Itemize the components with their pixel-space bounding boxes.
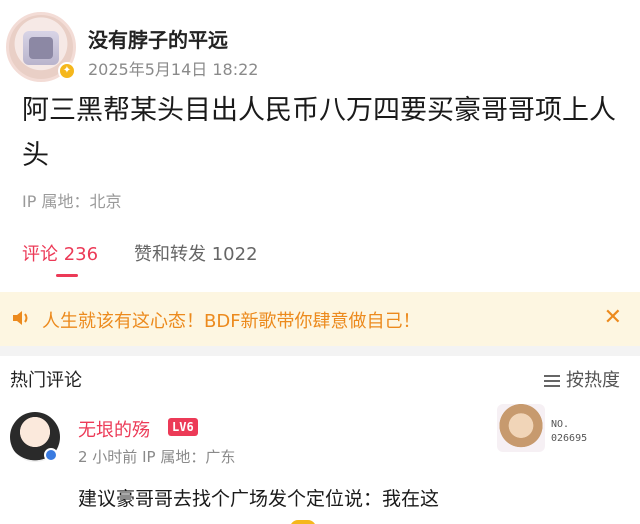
vip-badge-icon: ✦ <box>58 62 76 80</box>
active-tab-indicator <box>56 274 78 277</box>
hot-comments-title: 热门评论 <box>10 370 82 391</box>
fan-card-image[interactable] <box>497 404 545 452</box>
comment-text: 建议豪哥哥去找个广场发个定位说：我在这 <box>78 488 440 510</box>
sort-by-hot-button[interactable]: 按热度 <box>544 366 620 392</box>
post-header: ✦ 没有脖子的平远 2025年5月14日 18:22 <box>6 10 634 82</box>
fan-card-no-value: 026695 <box>551 433 588 444</box>
post-ip-location: IP 属地：北京 <box>22 192 122 211</box>
level-badge: LV6 <box>168 418 198 436</box>
sort-lines-icon <box>544 372 560 390</box>
post-timestamp: 2025年5月14日 18:22 <box>88 60 259 79</box>
tab-comments[interactable]: 评论 236 <box>22 240 98 266</box>
post-body-text: 阿三黑帮某头目出人民币八万四要买豪哥哥项上人头 <box>22 95 616 171</box>
avatar-detail <box>29 37 53 59</box>
author-username[interactable]: 没有脖子的平远 <box>88 24 228 53</box>
sort-label: 按热度 <box>566 370 620 391</box>
promo-text[interactable]: 人生就该有这心态！BDF新歌带你肆意做自己！ <box>42 307 421 333</box>
section-divider <box>0 346 640 356</box>
comment-item: 无垠的殇 LV6 2 小时前 IP 属地：广东 建议豪哥哥去找个广场发个定位说：… <box>0 404 640 524</box>
promo-banner[interactable]: 人生就该有这心态！BDF新歌带你肆意做自己！ ✕ <box>0 292 640 346</box>
tab-likes-reposts[interactable]: 赞和转发 1022 <box>134 240 258 266</box>
comment-meta: 2 小时前 IP 属地：广东 <box>78 448 236 466</box>
commenter-name[interactable]: 无垠的殇 <box>78 416 150 442</box>
speaker-icon <box>13 311 28 325</box>
close-icon[interactable]: ✕ <box>604 304 622 332</box>
fan-card-no-label: NO. <box>551 419 570 430</box>
emoji-icon <box>290 520 316 524</box>
verified-badge-icon <box>44 448 58 462</box>
fan-card-number: NO. 026695 <box>551 418 587 446</box>
